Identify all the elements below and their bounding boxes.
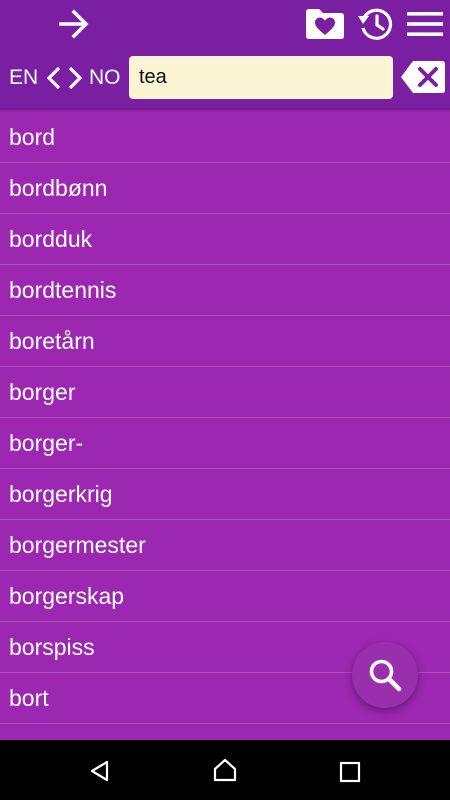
search-fab-button[interactable]: [352, 642, 418, 708]
list-item[interactable]: boretårn: [0, 316, 450, 367]
arrow-right-icon[interactable]: [56, 6, 92, 42]
list-item[interactable]: bordbønn: [0, 163, 450, 214]
list-item[interactable]: borgerkrig: [0, 469, 450, 520]
home-icon[interactable]: [212, 757, 238, 783]
list-item[interactable]: borger-: [0, 418, 450, 469]
chevron-right-icon[interactable]: [66, 66, 84, 90]
list-item[interactable]: borger: [0, 367, 450, 418]
list-item[interactable]: [0, 724, 450, 740]
top-toolbar: [0, 0, 450, 48]
heart-folder-icon[interactable]: [305, 8, 345, 40]
hamburger-menu-icon[interactable]: [406, 9, 444, 39]
list-item[interactable]: bordtennis: [0, 265, 450, 316]
back-triangle-icon[interactable]: [88, 759, 112, 783]
list-item[interactable]: bord: [0, 112, 450, 163]
chevron-left-icon[interactable]: [45, 66, 63, 90]
list-item[interactable]: borgermester: [0, 520, 450, 571]
search-input[interactable]: [129, 56, 393, 99]
list-item[interactable]: bordduk: [0, 214, 450, 265]
recents-square-icon[interactable]: [339, 761, 361, 783]
list-item[interactable]: borgerskap: [0, 571, 450, 622]
history-icon[interactable]: [356, 6, 394, 42]
source-language-label[interactable]: EN: [9, 66, 38, 90]
target-language-label[interactable]: NO: [89, 66, 121, 90]
backspace-clear-icon[interactable]: [400, 60, 446, 94]
system-navigation-bar: [0, 740, 450, 800]
search-icon: [369, 659, 402, 692]
